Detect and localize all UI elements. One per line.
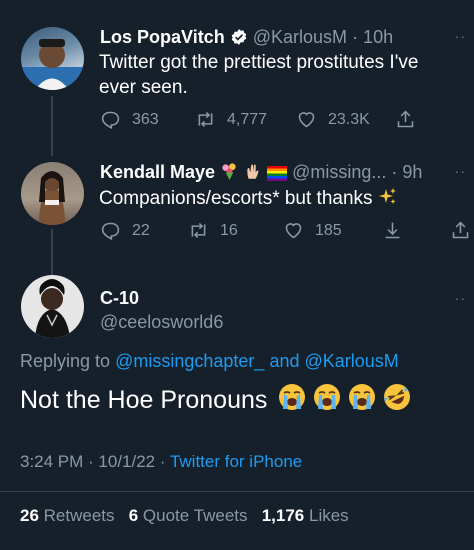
retweet-action[interactable]: 16 xyxy=(188,220,238,241)
reply-count: 363 xyxy=(132,110,159,128)
likes-label: Likes xyxy=(308,506,349,525)
like-count: 185 xyxy=(315,221,342,239)
retweet-icon xyxy=(191,222,206,239)
quotes-count: 6 xyxy=(128,506,139,525)
likes-stat[interactable]: 1,176 Likes xyxy=(262,506,349,525)
engagement-stats: 26 Retweets 6 Quote Tweets 1,176 Likes xyxy=(20,505,349,527)
avatar-c10[interactable] xyxy=(21,275,84,338)
reply-action[interactable]: 22 xyxy=(100,220,150,241)
tweet-time[interactable]: · 9h xyxy=(391,162,422,182)
more-dots-icon[interactable]: ·· xyxy=(455,28,466,44)
main-tweet: C-10 @ceelosworld6 ·· Replying to @missi… xyxy=(0,270,474,550)
retweet-icon xyxy=(198,111,213,128)
more-dots-icon[interactable]: ·· xyxy=(455,163,466,179)
timestamp-line: 3:24 PM · 10/1/22 · Twitter for iPhone xyxy=(20,451,302,473)
replying-user-link[interactable]: @missingchapter_ xyxy=(115,351,264,371)
share-icon xyxy=(397,110,414,128)
tweet-header: Kendall Maye @missing... · 9h xyxy=(100,161,422,186)
reply-action[interactable]: 363 xyxy=(100,109,159,130)
author-name[interactable]: C-10 xyxy=(100,287,139,309)
like-count: 23.3K xyxy=(328,110,370,128)
replying-to: Replying to @missingchapter_ and @Karlou… xyxy=(20,350,399,372)
heart-icon xyxy=(298,112,315,128)
reply-icon xyxy=(101,222,120,241)
likes-count: 1,176 xyxy=(261,506,305,525)
tweet-text-line: Twitter got the prettiest prostitutes I'… xyxy=(99,52,419,73)
retweets-label: Retweets xyxy=(43,506,115,525)
share-icon xyxy=(452,221,469,239)
verified-badge-icon xyxy=(230,28,248,51)
tweet-missingchapter[interactable]: Kendall Maye @missing... · 9h ·· Compani… xyxy=(0,150,474,279)
retweet-action[interactable]: 4,777 xyxy=(195,109,267,130)
replying-user-link[interactable]: @KarlousM xyxy=(305,351,399,371)
tweet-text-line: Companions/escorts* but thanks xyxy=(99,188,373,209)
tweet-karlousm[interactable]: Los PopaVitch @KarlousM · 10h ·· Twitter… xyxy=(0,0,474,156)
hand-emoji-icon xyxy=(244,162,262,186)
more-dots-icon[interactable]: ·· xyxy=(455,290,466,306)
rofl-emoji-icon xyxy=(383,383,411,419)
main-tweet-text-content: Not the Hoe Pronouns xyxy=(20,386,268,414)
tweet-source-link[interactable]: Twitter for iPhone xyxy=(170,452,302,471)
tweet-actions: 363 4,777 23.3K xyxy=(100,109,474,133)
reply-count: 22 xyxy=(132,221,150,239)
tweet-time[interactable]: · 10h xyxy=(352,27,393,47)
bouquet-emoji-icon xyxy=(220,162,239,186)
heart-icon xyxy=(285,223,302,239)
quotes-stat[interactable]: 6 Quote Tweets xyxy=(129,506,253,525)
replying-prefix: Replying to xyxy=(20,351,111,371)
share-action[interactable] xyxy=(395,109,427,130)
rainbow-flag-icon xyxy=(267,164,288,186)
avatar-kendall-maye[interactable] xyxy=(21,162,84,225)
tweet-text: Twitter got the prettiest prostitutes I'… xyxy=(99,50,459,100)
author-name[interactable]: Kendall Maye xyxy=(100,162,215,182)
author-handle[interactable]: @missing... xyxy=(292,162,386,182)
share-action[interactable] xyxy=(450,220,474,241)
retweets-stat[interactable]: 26 Retweets xyxy=(20,506,119,525)
author-handle[interactable]: @KarlousM xyxy=(253,27,347,47)
tweet-text: Companions/escorts* but thanks xyxy=(99,186,459,214)
retweets-count: 26 xyxy=(20,506,39,525)
thread-connector xyxy=(51,96,53,156)
reply-icon xyxy=(101,111,120,130)
tweet-header: Los PopaVitch @KarlousM · 10h xyxy=(100,26,393,51)
tweet-timestamp[interactable]: 3:24 PM · 10/1/22 · xyxy=(20,452,166,471)
retweet-count: 16 xyxy=(220,221,238,239)
download-action[interactable] xyxy=(382,220,414,241)
loudly-crying-emoji-icon xyxy=(348,383,376,419)
tweet-text-line: ever seen. xyxy=(99,77,188,98)
tweet-actions: 22 16 185 xyxy=(100,220,474,244)
replying-and: and xyxy=(269,351,300,371)
retweet-count: 4,777 xyxy=(227,110,268,128)
author-handle[interactable]: @ceelosworld6 xyxy=(100,311,223,333)
quotes-label: Quote Tweets xyxy=(142,506,248,525)
loudly-crying-emoji-icon xyxy=(278,383,306,419)
sparkles-emoji-icon xyxy=(378,187,398,214)
loudly-crying-emoji-icon xyxy=(313,383,341,419)
avatar-los-popavitch[interactable] xyxy=(21,27,84,90)
main-tweet-text: Not the Hoe Pronouns xyxy=(20,383,411,419)
divider xyxy=(0,491,474,492)
download-icon xyxy=(385,222,400,239)
like-action[interactable]: 185 xyxy=(283,220,342,241)
like-action[interactable]: 23.3K xyxy=(296,109,370,130)
author-name[interactable]: Los PopaVitch xyxy=(100,27,225,47)
